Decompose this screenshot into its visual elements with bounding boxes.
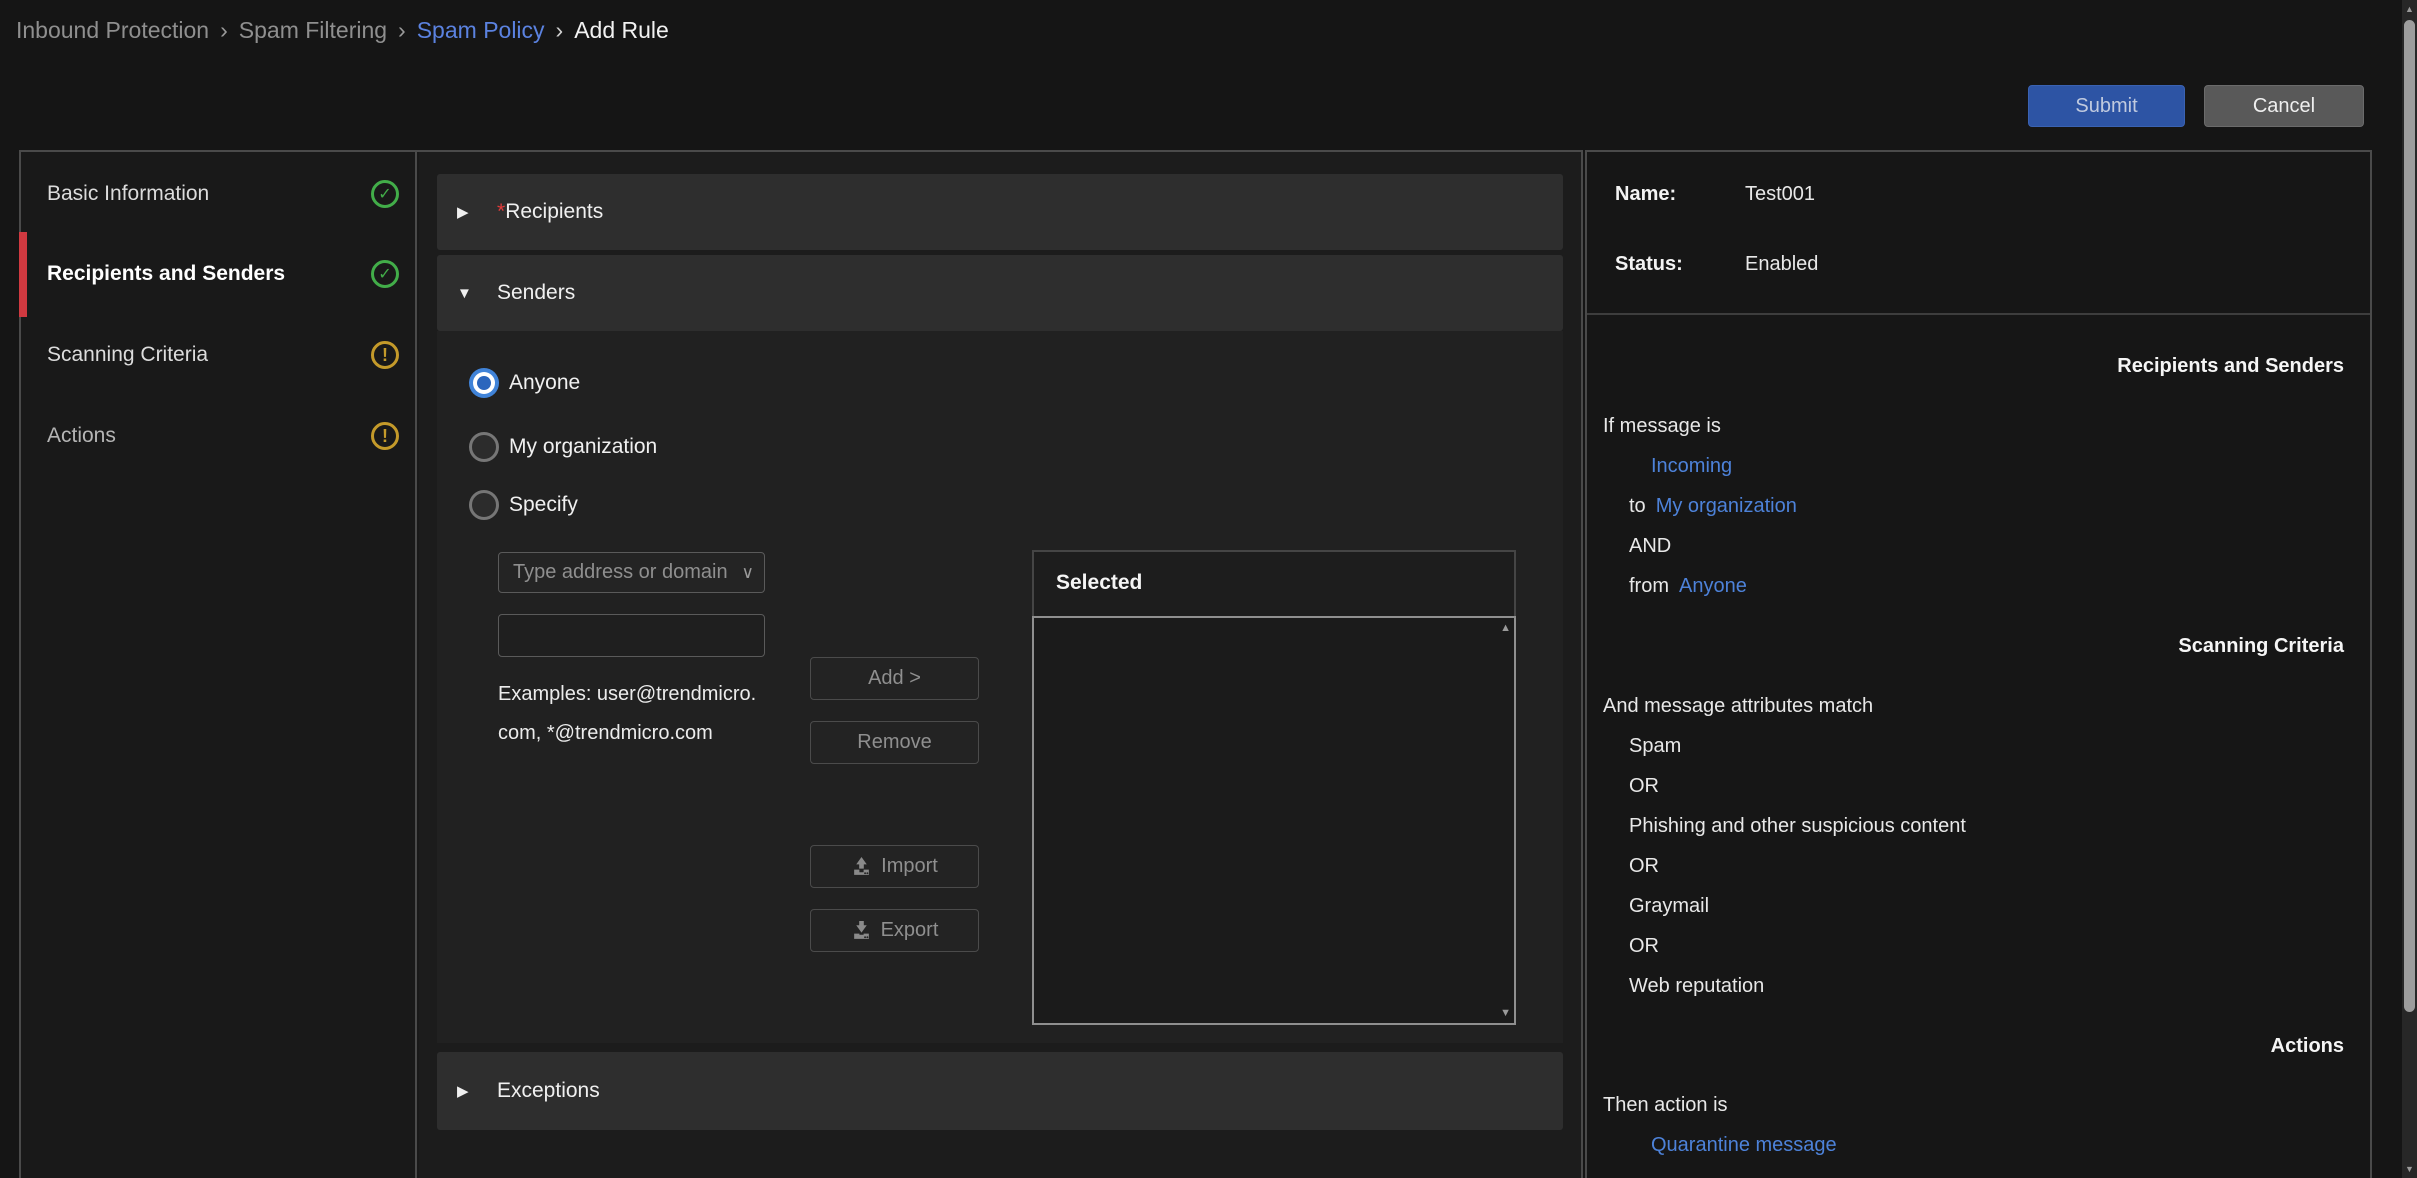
examples-hint: Examples: user@trendmicro.com, *@trendmi… — [498, 675, 766, 753]
remove-button[interactable]: Remove — [810, 721, 979, 764]
radio-unselected-icon — [469, 490, 499, 520]
sidebar-item-recipients-and-senders[interactable]: Recipients and Senders ✓ — [21, 252, 415, 296]
address-input[interactable] — [498, 614, 765, 657]
status-warning-icon: ! — [371, 341, 399, 369]
address-type-select-value: Type address or domain — [513, 561, 728, 583]
radio-selected-icon — [469, 368, 499, 398]
summary-heading-scanning-criteria: Scanning Criteria — [1587, 626, 2370, 666]
scrollbar-up-icon[interactable]: ▲ — [2402, 4, 2417, 14]
breadcrumb-separator: › — [556, 17, 564, 43]
summary-criteria-operator: OR — [1587, 926, 2370, 966]
summary-criteria-item: Graymail — [1587, 886, 2370, 926]
sidebar-item-basic-information[interactable]: Basic Information ✓ — [21, 172, 415, 216]
export-icon — [851, 920, 872, 941]
radio-label: Specify — [509, 493, 578, 517]
summary-name-row: Name: Test001 — [1587, 172, 2370, 216]
import-button[interactable]: Import — [810, 845, 979, 888]
radio-label: Anyone — [509, 371, 580, 395]
export-button[interactable]: Export — [810, 909, 979, 952]
summary-action-link[interactable]: Quarantine message — [1651, 1134, 1837, 1156]
name-label: Name: — [1615, 172, 1676, 216]
chevron-right-icon: ▶ — [457, 1082, 497, 1100]
summary-text: to — [1629, 495, 1646, 517]
summary-text: from — [1629, 575, 1669, 597]
summary-from-link[interactable]: Anyone — [1679, 575, 1747, 597]
summary-criteria-operator: OR — [1587, 766, 2370, 806]
summary-criteria-operator: OR — [1587, 846, 2370, 886]
senders-accordion-title: Senders — [497, 281, 575, 305]
radio-unselected-icon — [469, 432, 499, 462]
selected-listbox[interactable]: ▲ ▼ — [1032, 616, 1516, 1025]
chevron-right-icon: ▶ — [457, 203, 497, 221]
summary-criteria-item: Phishing and other suspicious content — [1587, 806, 2370, 846]
status-warning-icon: ! — [371, 422, 399, 450]
senders-accordion-header[interactable]: ▼ Senders — [437, 255, 1563, 331]
exceptions-accordion-title: Exceptions — [497, 1079, 600, 1103]
breadcrumb-inbound-protection[interactable]: Inbound Protection — [16, 17, 209, 43]
chevron-down-icon: ▼ — [457, 285, 497, 302]
name-value: Test001 — [1745, 172, 1815, 216]
summary-text: And message attributes match — [1587, 686, 2370, 726]
recipients-senders-editor: ▶ *Recipients ▼ Senders Anyone My organi… — [419, 152, 1581, 1178]
summary-text: Then action is — [1587, 1085, 2370, 1125]
summary-operator: AND — [1587, 526, 2370, 566]
summary-heading-recipients-senders: Recipients and Senders — [1587, 346, 2370, 386]
breadcrumb-add-rule: Add Rule — [574, 17, 669, 43]
status-label: Status: — [1615, 242, 1683, 286]
breadcrumb: Inbound Protection › Spam Filtering › Spam P… — [16, 14, 669, 46]
breadcrumb-spam-filtering[interactable]: Spam Filtering — [239, 17, 387, 43]
recipients-accordion-title: Recipients — [505, 200, 603, 223]
status-value: Enabled — [1745, 242, 1818, 286]
breadcrumb-separator: › — [220, 17, 228, 43]
chevron-down-icon: ∨ — [742, 553, 754, 592]
add-button[interactable]: Add > — [810, 657, 979, 700]
add-button-label: Add > — [868, 667, 921, 690]
summary-to-link[interactable]: My organization — [1656, 495, 1797, 517]
scroll-down-icon[interactable]: ▼ — [1500, 1007, 1511, 1019]
summary-divider — [1587, 313, 2370, 315]
sidebar-item-label: Basic Information — [47, 182, 371, 206]
cancel-button[interactable]: Cancel — [2204, 85, 2364, 127]
window-scrollbar[interactable]: ▲ ▼ — [2402, 0, 2417, 1178]
summary-content: Recipients and Senders If message is Inc… — [1587, 346, 2370, 1165]
recipients-accordion-header[interactable]: ▶ *Recipients — [437, 174, 1563, 250]
export-button-label: Export — [881, 919, 939, 942]
rule-editor-panel: Basic Information ✓ Recipients and Sende… — [19, 150, 1583, 1178]
address-type-select[interactable]: Type address or domain ∨ — [498, 552, 765, 593]
import-icon — [851, 856, 872, 877]
scrollbar-down-icon[interactable]: ▼ — [2402, 1164, 2417, 1174]
summary-criteria-item: Spam — [1587, 726, 2370, 766]
radio-specify[interactable]: Specify — [469, 489, 578, 521]
status-complete-icon: ✓ — [371, 180, 399, 208]
scrollbar-thumb[interactable] — [2404, 20, 2415, 1012]
status-complete-icon: ✓ — [371, 260, 399, 288]
rule-summary-panel: Name: Test001 Status: Enabled Recipients… — [1585, 150, 2372, 1178]
breadcrumb-spam-policy-link[interactable]: Spam Policy — [417, 17, 545, 43]
summary-direction-link[interactable]: Incoming — [1651, 455, 1732, 477]
sidebar-item-label: Recipients and Senders — [47, 262, 371, 286]
required-asterisk: * — [497, 200, 505, 223]
remove-button-label: Remove — [857, 731, 931, 754]
scroll-up-icon[interactable]: ▲ — [1500, 622, 1511, 634]
summary-text: If message is — [1587, 406, 2370, 446]
sidebar-item-actions[interactable]: Actions ! — [21, 414, 415, 458]
sidebar-item-scanning-criteria[interactable]: Scanning Criteria ! — [21, 333, 415, 377]
radio-label: My organization — [509, 435, 657, 459]
summary-status-row: Status: Enabled — [1587, 242, 2370, 286]
breadcrumb-separator: › — [398, 17, 406, 43]
step-sidebar: Basic Information ✓ Recipients and Sende… — [21, 152, 417, 1178]
summary-criteria-item: Web reputation — [1587, 966, 2370, 1006]
radio-my-organization[interactable]: My organization — [469, 431, 657, 463]
radio-anyone[interactable]: Anyone — [469, 367, 580, 399]
exceptions-accordion-header[interactable]: ▶ Exceptions — [437, 1052, 1563, 1130]
sidebar-item-label: Scanning Criteria — [47, 343, 371, 367]
submit-button[interactable]: Submit — [2028, 85, 2185, 127]
senders-section-body: Anyone My organization Specify Type addr… — [437, 331, 1563, 1043]
sidebar-item-label: Actions — [47, 424, 371, 448]
summary-heading-actions: Actions — [1587, 1026, 2370, 1066]
import-button-label: Import — [881, 855, 938, 878]
selected-list-header: Selected — [1032, 550, 1516, 616]
